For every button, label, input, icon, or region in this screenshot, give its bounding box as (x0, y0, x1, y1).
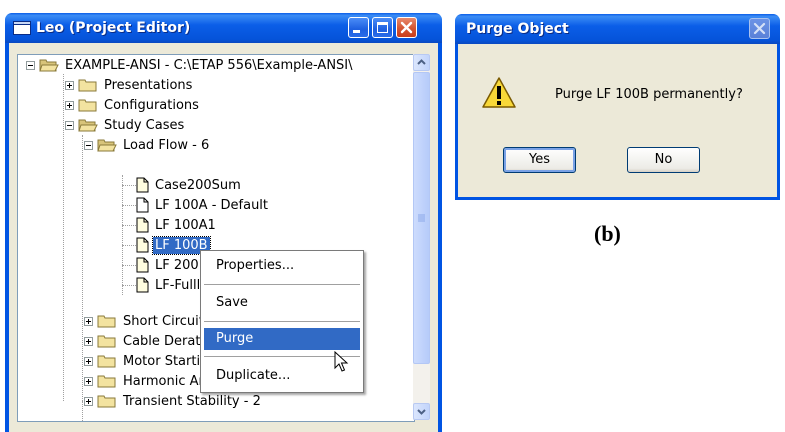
open-folder-icon (39, 59, 59, 72)
folder-icon (97, 355, 116, 368)
expand-icon[interactable] (84, 316, 93, 326)
collapse-icon[interactable] (26, 60, 35, 70)
menu-separator (204, 321, 360, 322)
window-icon (13, 21, 31, 35)
tree-item-label: Transient Stability - 2 (123, 393, 261, 409)
tree-item-label: Load Flow - 6 (123, 137, 210, 153)
expand-icon[interactable] (65, 100, 74, 110)
scroll-down-button[interactable] (413, 403, 430, 420)
close-icon (400, 21, 413, 34)
purge-dialog-client: Purge LF 100B permanently? Yes No (458, 44, 777, 197)
menu-item-purge[interactable]: Purge (204, 328, 360, 350)
document-icon (136, 177, 149, 193)
open-folder-icon (78, 119, 98, 132)
tree-connector (122, 185, 136, 186)
tree-item-label: Configurations (104, 97, 199, 113)
scroll-up-button[interactable] (413, 54, 430, 71)
tree-item-transient-stability[interactable]: Transient Stability - 2 (84, 391, 263, 411)
purge-message: Purge LF 100B permanently? (555, 87, 743, 102)
tree-item-label: Cable Derat (123, 333, 201, 349)
project-editor-title: Leo (Project Editor) (36, 20, 191, 36)
dialog-close-button (749, 18, 770, 39)
mouse-cursor-icon (334, 351, 349, 372)
tree-item-study-cases[interactable]: Study Cases (65, 115, 186, 135)
collapse-icon[interactable] (84, 140, 93, 150)
folder-icon (78, 99, 97, 112)
tree-item-label: Presentations (104, 77, 193, 93)
tree-item-label: EXAMPLE-ANSI - C:\ETAP 556\Example-ANSI\ (65, 57, 353, 73)
tree-item-label: Study Cases (104, 117, 185, 133)
project-editor-titlebar[interactable]: Leo (Project Editor) (5, 13, 442, 43)
document-icon (136, 217, 149, 233)
tree-connector (122, 265, 136, 266)
tree-item-lf-100b[interactable]: LF 100B (136, 235, 211, 255)
tree-connector (122, 205, 136, 206)
tree-item-motor-starting[interactable]: Motor Starti (84, 351, 202, 371)
chevron-down-icon (417, 409, 426, 415)
tree-item-label: Short Circuit (123, 313, 204, 329)
folder-icon (97, 375, 116, 388)
document-icon (136, 277, 149, 293)
expand-icon[interactable] (84, 336, 93, 346)
chevron-up-icon (417, 59, 426, 65)
maximize-icon (377, 22, 388, 33)
minimize-button[interactable] (348, 17, 369, 38)
no-button[interactable]: No (627, 147, 700, 173)
menu-separator (204, 284, 360, 285)
tree-item-label: Case200Sum (155, 177, 241, 193)
purge-dialog: Purge Object Purge LF 100B permanently? … (455, 14, 780, 200)
tree-item-configurations[interactable]: Configurations (65, 95, 201, 115)
maximize-button[interactable] (372, 17, 393, 38)
menu-item-save[interactable]: Save (204, 292, 360, 314)
document-icon (136, 257, 149, 273)
purge-dialog-title: Purge Object (466, 21, 569, 37)
tree-item-harmonic-analysis[interactable]: Harmonic An (84, 371, 209, 391)
tree-item-label: Harmonic An (123, 373, 207, 389)
tree-connector (122, 245, 136, 246)
minimize-icon (353, 30, 360, 33)
folder-icon (97, 395, 116, 408)
warning-icon (482, 77, 516, 108)
purge-dialog-titlebar[interactable]: Purge Object (455, 14, 780, 44)
grip-icon (418, 214, 425, 222)
folder-icon (78, 79, 97, 92)
tree-connector (82, 135, 83, 401)
open-folder-icon (97, 139, 117, 152)
tree-item-label: Motor Starti (123, 353, 201, 369)
tree-item-lf-100a-default[interactable]: LF 100A - Default (136, 195, 270, 215)
tree-connector (122, 175, 123, 295)
document-icon (136, 237, 149, 253)
expand-icon[interactable] (84, 396, 93, 406)
menu-item-properties[interactable]: Properties... (204, 255, 360, 277)
tree-item-presentations[interactable]: Presentations (65, 75, 194, 95)
tree-vertical-scrollbar[interactable] (413, 54, 430, 420)
tree-item-case200sum[interactable]: Case200Sum (136, 175, 243, 195)
figure-caption: (b) (594, 221, 621, 246)
tree-item-lf-100a1[interactable]: LF 100A1 (136, 215, 218, 235)
tree-connector (122, 285, 136, 286)
yes-button[interactable]: Yes (503, 147, 576, 173)
tree-item-cable-derating[interactable]: Cable Derat (84, 331, 202, 351)
tree-item-short-circuit[interactable]: Short Circuit (84, 311, 206, 331)
tree-item-label: LF 100A - Default (155, 197, 269, 213)
tree-item-label: LF 100A1 (155, 217, 216, 233)
expand-icon[interactable] (84, 376, 93, 386)
tree-item-root[interactable]: EXAMPLE-ANSI - C:\ETAP 556\Example-ANSI\ (26, 55, 355, 75)
tree-connector (63, 74, 64, 401)
folder-icon (97, 335, 116, 348)
collapse-icon[interactable] (65, 120, 74, 130)
tree-item-load-flow[interactable]: Load Flow - 6 (84, 135, 211, 155)
expand-icon[interactable] (65, 80, 74, 90)
folder-icon (97, 315, 116, 328)
expand-icon[interactable] (84, 356, 93, 366)
tree-connector (122, 225, 136, 226)
tree-connector (82, 401, 83, 421)
close-button[interactable] (396, 17, 417, 38)
document-icon (136, 197, 149, 213)
scroll-thumb[interactable] (413, 72, 430, 364)
close-icon (753, 22, 766, 35)
